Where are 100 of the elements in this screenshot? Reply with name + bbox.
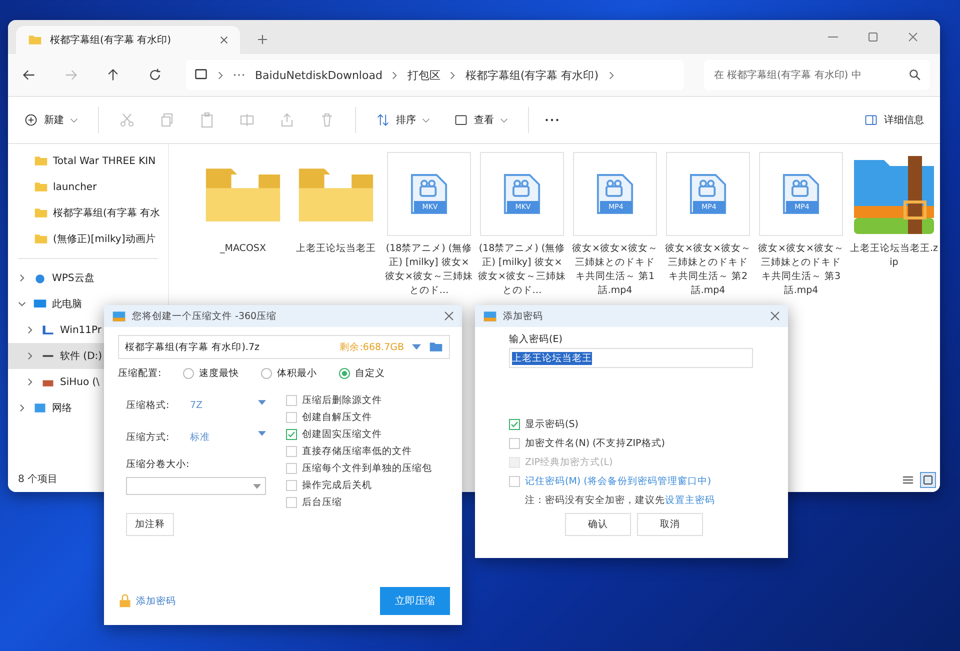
radio-option[interactable]: 体积最小 — [261, 367, 318, 380]
dropdown-icon — [258, 430, 266, 436]
dialog-button[interactable]: 取消 — [637, 513, 703, 536]
dialog-title: 添加密码 — [503, 310, 543, 322]
file-name: 彼女×彼女×彼女～三姉妹とのドキドキ共同生活～ 第2話.mp4 — [664, 242, 752, 298]
sidebar-label: (無修正)[milky]动画片 — [53, 232, 156, 246]
new-button[interactable]: 新建 — [20, 109, 82, 131]
chevron-icon — [392, 70, 398, 80]
folder-icon — [34, 180, 48, 194]
folder-icon — [28, 33, 42, 47]
file-item[interactable]: 上老王论坛当老王 — [290, 152, 382, 298]
address-bar[interactable]: BaiduNetdiskDownload 打包区 桜都字幕组(有字幕 有水印) — [186, 60, 684, 90]
details-pane-icon — [864, 113, 878, 127]
file-name: 上老王论坛当老王.zip — [850, 242, 938, 270]
checkbox-option[interactable]: 压缩后删除源文件 — [286, 394, 432, 407]
close-icon[interactable] — [220, 36, 228, 44]
comment-button[interactable]: 加注释 — [126, 513, 174, 536]
password-field[interactable]: 上老王论坛当老王 — [509, 348, 753, 368]
maximize-icon[interactable] — [868, 32, 878, 42]
checkbox-option[interactable]: 加密文件名(N) (不支持ZIP格式) — [509, 437, 768, 450]
radio-option[interactable]: 速度最快 — [183, 367, 240, 380]
chevron-down-icon — [422, 118, 430, 122]
file-name: (18禁アニメ) (無修正) [milky] 彼女×彼女×彼女～三姉妹とのド… — [478, 242, 566, 298]
sidebar-label: SiHuo (\ — [60, 376, 100, 388]
chevron-right-icon[interactable] — [26, 352, 34, 360]
back-arrow-icon[interactable] — [22, 68, 36, 82]
checkbox-option[interactable]: 后台压缩 — [286, 496, 432, 509]
chevron-right-icon[interactable] — [26, 378, 34, 386]
file-item[interactable]: 上老王论坛当老王.zip — [848, 152, 940, 298]
checkbox-option[interactable]: 操作完成后关机 — [286, 479, 432, 492]
sidebar-label: WPS云盘 — [52, 272, 94, 285]
close-icon[interactable] — [444, 311, 454, 321]
free-space-text: 剩余:668.7GB — [340, 340, 404, 354]
chevron-icon — [218, 70, 223, 80]
more-icon[interactable] — [545, 118, 559, 122]
file-name: 上老王论坛当老王 — [295, 242, 377, 256]
close-icon[interactable] — [770, 311, 780, 321]
close-icon[interactable] — [908, 32, 918, 42]
checkbox-option[interactable]: 创建固实压缩文件 — [286, 428, 432, 441]
note-text: 注：密码没有安全加密，建议先设置主密码 — [525, 494, 716, 507]
sidebar-item[interactable]: Total War THREE KIN — [8, 148, 168, 174]
sidebar-item[interactable]: launcher — [8, 174, 168, 200]
item-count: 8 个项目 — [17, 473, 59, 487]
folder-icon — [34, 154, 48, 168]
file-name: _MACOSX — [218, 242, 267, 256]
field-label: 压缩分卷大小: — [126, 458, 190, 471]
sort-arrows-icon — [376, 113, 390, 127]
breadcrumb-item[interactable]: BaiduNetdiskDownload — [255, 68, 382, 82]
sidebar-label: 网络 — [52, 402, 72, 415]
file-item[interactable]: _MACOSX — [197, 152, 289, 298]
view-icon — [454, 113, 468, 127]
details-button[interactable]: 详细信息 — [860, 109, 928, 131]
dropdown-icon — [253, 484, 261, 488]
archive-path-field[interactable]: 桜都字幕组(有字幕 有水印).7z 剩余:668.7GB — [118, 335, 450, 359]
dialog-title: 您将创建一个压缩文件 -360压缩 — [132, 310, 277, 322]
radio-option[interactable]: 自定义 — [339, 367, 386, 380]
field-label: 输入密码(E) — [509, 333, 564, 346]
sidebar-label: launcher — [53, 182, 97, 192]
sidebar-label: Total War THREE KIN — [53, 156, 156, 166]
plus-icon[interactable] — [258, 35, 267, 44]
folder-icon — [34, 232, 48, 246]
checkbox-option[interactable]: 直接存储压缩率低的文件 — [286, 445, 432, 458]
add-password-link[interactable]: 添加密码 — [118, 594, 176, 608]
file-name: 彼女×彼女×彼女～三姉妹とのドキドキ共同生活～ 第3話.mp4 — [757, 242, 845, 298]
chevron-down-icon[interactable] — [18, 300, 26, 308]
checkbox-option[interactable]: 创建自解压文件 — [286, 411, 432, 424]
breadcrumb-item[interactable]: 桜都字幕组(有字幕 有水印) — [465, 68, 599, 82]
checkbox-option[interactable]: 压缩每个文件到单独的压缩包 — [286, 462, 432, 475]
sidebar-label: 此电脑 — [52, 298, 82, 311]
monitor-icon — [194, 68, 208, 82]
folder-icon[interactable] — [429, 340, 443, 354]
file-name: 彼女×彼女×彼女～三姉妹とのドキドキ共同生活～ 第1話.mp4 — [571, 242, 659, 298]
field-label: 压缩方式: — [126, 430, 170, 444]
refresh-icon[interactable] — [148, 68, 162, 82]
chevron-right-icon[interactable] — [18, 274, 26, 282]
set-master-password-link[interactable]: 设置主密码 — [665, 495, 715, 506]
lock-icon — [118, 594, 132, 608]
search-input[interactable]: 在 桜都字幕组(有字幕 有水印) 中 — [712, 68, 908, 82]
dropdown-icon[interactable] — [412, 344, 421, 350]
tiles-view-icon[interactable] — [920, 472, 936, 488]
field-label: 压缩格式: — [126, 398, 170, 412]
sidebar-item[interactable]: (無修正)[milky]动画片 — [8, 226, 168, 252]
folder-tab[interactable]: 桜都字幕组(有字幕 有水印) — [16, 26, 240, 54]
up-arrow-icon[interactable] — [106, 68, 120, 82]
search-field[interactable]: 在 桜都字幕组(有字幕 有水印) 中 — [704, 60, 930, 90]
checkbox-option[interactable]: 记住密码(M) (将会备份到密码管理窗口中) — [509, 475, 768, 488]
chevron-down-icon — [70, 118, 78, 122]
dialog-button[interactable]: 确认 — [565, 513, 631, 536]
sidebar-item[interactable]: WPS云盘 — [8, 265, 168, 291]
more-icon[interactable] — [233, 73, 245, 77]
view-button[interactable]: 查看 — [450, 109, 512, 131]
checkbox-option[interactable]: 显示密码(S) — [509, 418, 768, 431]
breadcrumb-item[interactable]: 打包区 — [407, 68, 440, 82]
sort-button[interactable]: 排序 — [372, 109, 434, 131]
dropdown-icon — [258, 400, 266, 404]
archive-app-icon — [483, 309, 497, 323]
chevron-right-icon[interactable] — [18, 404, 26, 412]
chevron-right-icon[interactable] — [26, 326, 34, 334]
plus-circle-icon — [24, 113, 38, 127]
sidebar-item[interactable]: 桜都字幕组(有字幕 有水 — [8, 200, 168, 226]
